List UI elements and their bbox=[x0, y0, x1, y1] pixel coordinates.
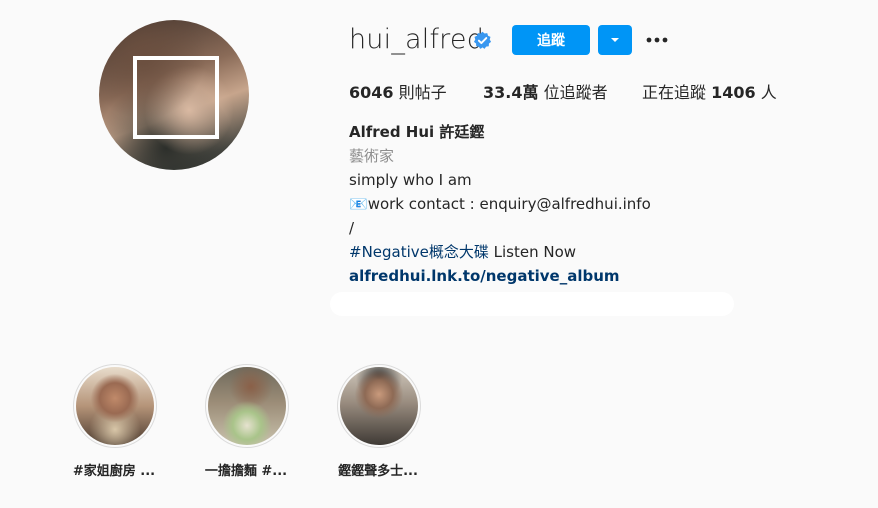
posts-stat: 6046 則帖子 bbox=[349, 79, 447, 103]
highlight-ring bbox=[205, 364, 289, 448]
following-count: 1406 bbox=[711, 83, 756, 102]
bio-external-link[interactable]: alfredhui.lnk.to/negative_album bbox=[349, 264, 651, 288]
highlight-cover-image bbox=[208, 367, 286, 445]
bio-hashtag-rest: Listen Now bbox=[488, 243, 577, 261]
chevron-down-icon bbox=[611, 38, 619, 42]
followers-stat[interactable]: 33.4萬 位追蹤者 bbox=[483, 79, 608, 103]
more-options-button[interactable] bbox=[644, 30, 670, 50]
followers-label: 位追蹤者 bbox=[543, 83, 608, 102]
highlight-cover-image bbox=[340, 367, 418, 445]
follow-button[interactable]: 追蹤 bbox=[512, 25, 590, 55]
bio-hashtag-link[interactable]: #Negative概念大碟 bbox=[349, 243, 489, 261]
highlight-label: 一擔擔麵 #... bbox=[204, 464, 288, 479]
following-suffix: 人 bbox=[760, 83, 777, 102]
bio-contact-text: work contact : enquiry@alfredhui.info bbox=[367, 195, 651, 213]
story-highlight[interactable]: #家姐廚房 ... bbox=[70, 364, 160, 479]
suggested-accounts-dropdown-button[interactable] bbox=[598, 25, 632, 55]
highlight-cover-image bbox=[76, 367, 154, 445]
bio-contact-line: 📧work contact : enquiry@alfredhui.info bbox=[349, 192, 651, 216]
highlight-label: 鏗鏗聲多士... bbox=[338, 464, 418, 479]
highlight-label: #家姐廚房 ... bbox=[72, 464, 156, 479]
following-prefix: 正在追蹤 bbox=[642, 83, 707, 102]
envelope-icon: 📧 bbox=[349, 195, 368, 213]
redaction-mark bbox=[330, 292, 734, 316]
posts-label: 則帖子 bbox=[398, 83, 447, 102]
followers-count: 33.4萬 bbox=[483, 83, 539, 102]
bio-line: / bbox=[349, 219, 355, 237]
verified-badge-icon bbox=[473, 31, 492, 49]
profile-category: 藝術家 bbox=[349, 147, 395, 165]
profile-username: hui_alfred bbox=[349, 24, 485, 55]
story-highlight[interactable]: 鏗鏗聲多士... bbox=[334, 364, 424, 479]
profile-page: hui_alfred 追蹤 6046 則帖子 33.4萬 位追蹤者 正在追蹤 1… bbox=[0, 0, 878, 508]
profile-bio: Alfred Hui 許廷鏗 藝術家 simply who I am 📧work… bbox=[349, 120, 651, 288]
avatar-frame-graphic bbox=[133, 56, 219, 139]
profile-avatar[interactable] bbox=[99, 20, 249, 170]
story-highlight[interactable]: 一擔擔麵 #... bbox=[202, 364, 292, 479]
bio-line: simply who I am bbox=[349, 171, 472, 189]
posts-count: 6046 bbox=[349, 83, 394, 102]
highlight-ring bbox=[337, 364, 421, 448]
profile-full-name: Alfred Hui 許廷鏗 bbox=[349, 123, 485, 141]
following-stat[interactable]: 正在追蹤 1406 人 bbox=[642, 79, 777, 103]
more-options-icon bbox=[646, 37, 668, 43]
bio-hashtag-line: #Negative概念大碟 Listen Now bbox=[349, 240, 651, 264]
highlight-ring bbox=[73, 364, 157, 448]
